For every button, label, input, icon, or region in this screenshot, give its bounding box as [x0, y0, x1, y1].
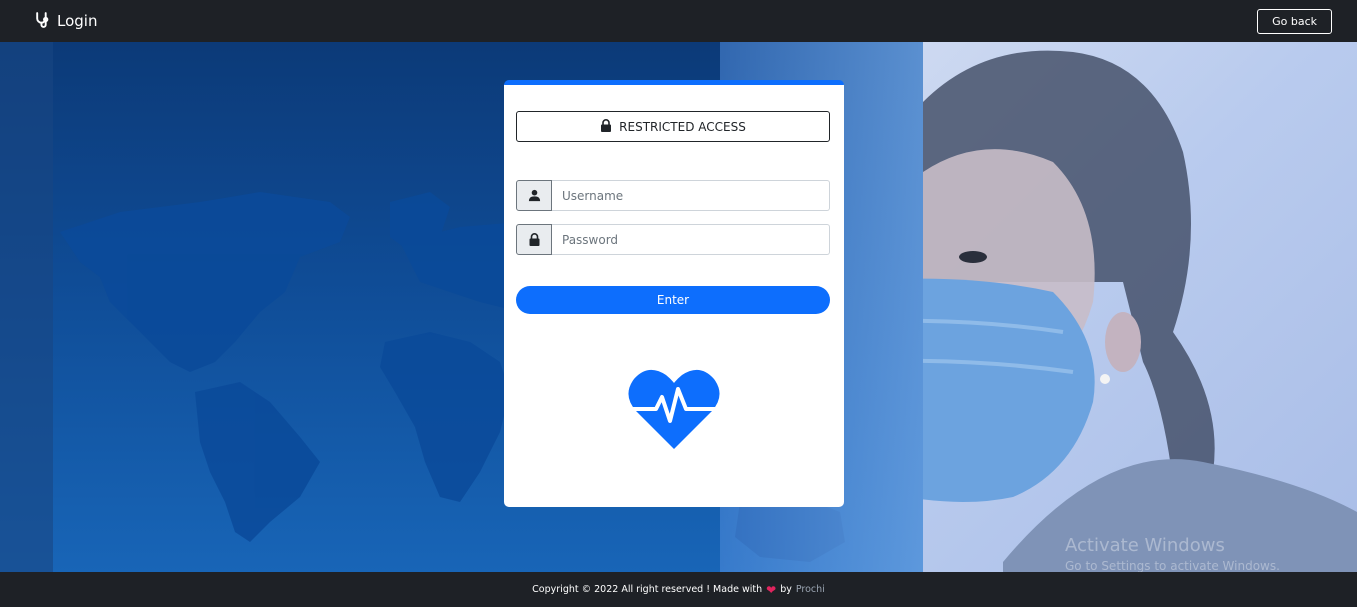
heart-icon: ❤ [766, 582, 777, 597]
enter-button[interactable]: Enter [516, 286, 830, 314]
footer-by: by [780, 584, 792, 595]
go-back-button[interactable]: Go back [1257, 8, 1332, 34]
footer: Copyright © 2022 All right reserved ! Ma… [0, 572, 1357, 607]
restricted-access-header: RESTRICTED ACCESS [516, 111, 830, 142]
brand-label: Login [57, 12, 98, 30]
author-link[interactable]: Prochi [796, 584, 825, 595]
password-input[interactable] [552, 224, 830, 255]
lock-icon [600, 118, 612, 135]
top-navbar: Login Go back [0, 0, 1357, 42]
user-icon [516, 180, 552, 211]
watermark-subtitle: Go to Settings to activate Windows. [1065, 559, 1280, 573]
heartbeat-icon [628, 367, 720, 451]
restricted-access-label: RESTRICTED ACCESS [619, 119, 746, 134]
username-input[interactable] [552, 180, 830, 211]
login-card: RESTRICTED ACCESS Enter [504, 80, 844, 507]
lock-icon [516, 224, 552, 255]
watermark-title: Activate Windows [1065, 535, 1225, 556]
brand[interactable]: Login [34, 11, 97, 32]
stethoscope-icon [34, 11, 51, 32]
doctor-photo [843, 42, 1357, 572]
password-field-group [516, 224, 830, 255]
username-field-group [516, 180, 830, 211]
activate-windows-watermark: Activate Windows Go to Settings to activ… [1065, 535, 1280, 573]
copyright-text: Copyright © 2022 All right reserved ! Ma… [532, 584, 763, 595]
